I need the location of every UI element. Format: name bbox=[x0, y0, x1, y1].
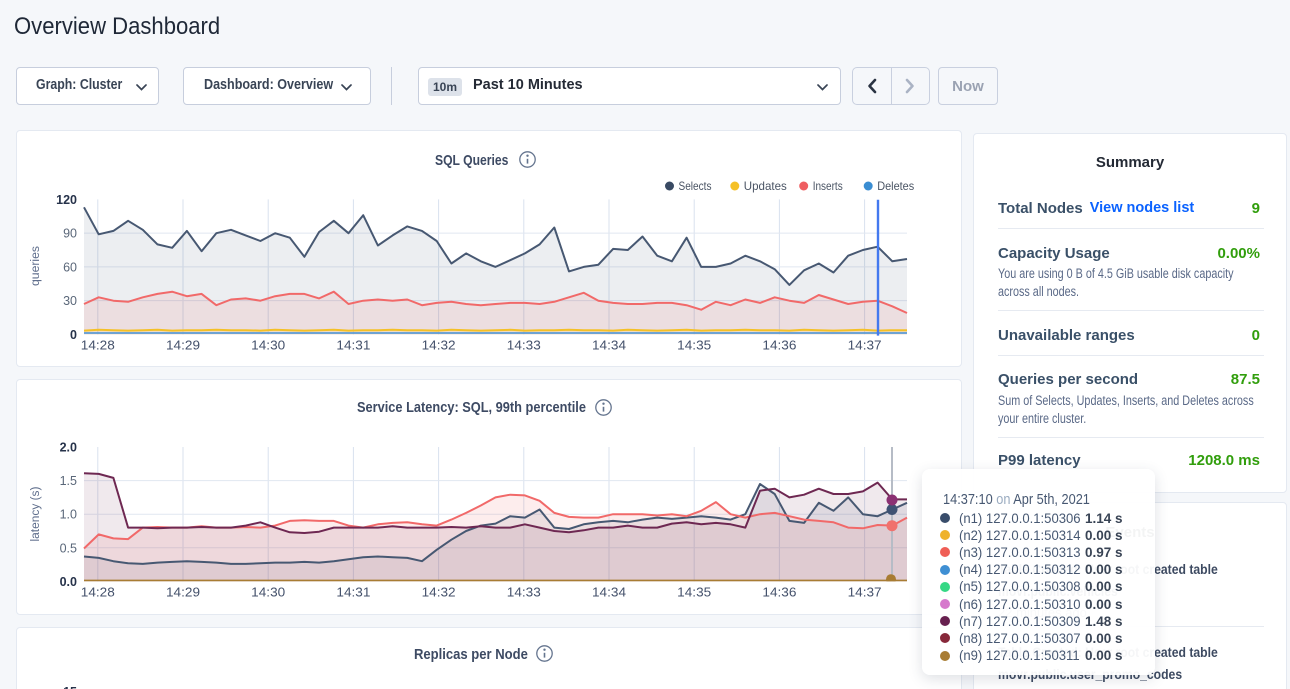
svg-text:14:37: 14:37 bbox=[848, 339, 882, 353]
svg-text:14:30: 14:30 bbox=[251, 586, 285, 600]
svg-text:1.0: 1.0 bbox=[60, 508, 77, 522]
svg-text:14:29: 14:29 bbox=[166, 586, 200, 600]
svg-text:14:36: 14:36 bbox=[762, 586, 796, 600]
svg-text:Selects: Selects bbox=[679, 179, 712, 193]
svg-text:latency (s): latency (s) bbox=[30, 486, 42, 541]
svg-text:14:30: 14:30 bbox=[251, 339, 285, 353]
svg-text:14:35: 14:35 bbox=[677, 586, 711, 600]
svg-text:14:33: 14:33 bbox=[507, 339, 541, 353]
svg-text:14:33: 14:33 bbox=[507, 586, 541, 600]
svg-text:14:35: 14:35 bbox=[677, 339, 711, 353]
svg-text:Updates: Updates bbox=[744, 179, 787, 193]
svg-text:queries: queries bbox=[30, 246, 42, 286]
svg-text:14:32: 14:32 bbox=[422, 339, 456, 353]
svg-text:14:36: 14:36 bbox=[762, 339, 796, 353]
svg-text:2.0: 2.0 bbox=[60, 441, 77, 455]
svg-text:14:37: 14:37 bbox=[848, 586, 882, 600]
svg-text:1.5: 1.5 bbox=[60, 474, 77, 488]
svg-text:Inserts: Inserts bbox=[813, 179, 843, 193]
svg-text:14:32: 14:32 bbox=[422, 586, 456, 600]
svg-text:14:29: 14:29 bbox=[166, 339, 200, 353]
svg-text:14:28: 14:28 bbox=[81, 339, 115, 353]
svg-text:0: 0 bbox=[70, 328, 77, 342]
svg-text:0.5: 0.5 bbox=[60, 541, 77, 555]
svg-text:0.0: 0.0 bbox=[60, 575, 77, 589]
svg-text:14:34: 14:34 bbox=[592, 339, 626, 353]
svg-text:14:34: 14:34 bbox=[592, 586, 626, 600]
svg-text:90: 90 bbox=[63, 227, 77, 241]
svg-text:14:31: 14:31 bbox=[336, 339, 370, 353]
svg-text:14:31: 14:31 bbox=[336, 586, 370, 600]
svg-text:30: 30 bbox=[63, 294, 77, 308]
svg-text:14:28: 14:28 bbox=[81, 586, 115, 600]
svg-text:60: 60 bbox=[63, 260, 77, 274]
svg-text:Deletes: Deletes bbox=[877, 179, 914, 193]
svg-text:120: 120 bbox=[56, 193, 77, 207]
